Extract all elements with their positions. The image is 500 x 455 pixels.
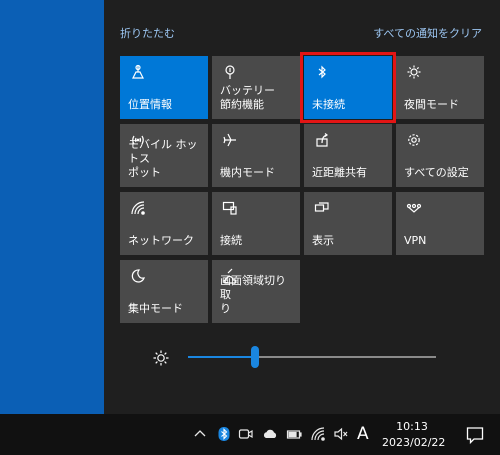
brightness-icon <box>152 349 170 367</box>
tile-battery-saver[interactable]: バッテリー 節約機能 <box>212 56 300 119</box>
airplane-icon <box>222 132 238 148</box>
desktop-background <box>0 0 104 414</box>
focus-assist-icon <box>130 268 146 284</box>
tile-label: 近距離共有 <box>312 166 367 179</box>
battery-saver-icon <box>222 64 238 80</box>
battery-icon[interactable] <box>286 426 302 442</box>
tile-label: ネットワーク <box>128 234 194 247</box>
nearby-share-icon <box>314 132 330 148</box>
tile-label: 夜間モード <box>404 98 459 111</box>
vpn-icon <box>406 200 422 216</box>
tile-label: 未接続 <box>312 98 345 111</box>
clock-time: 10:13 <box>396 420 428 433</box>
tile-label: すべての設定 <box>404 166 469 179</box>
tile-label: 機内モード <box>220 166 275 179</box>
bluetooth-icon[interactable] <box>216 426 232 442</box>
tile-bluetooth[interactable]: 未接続 <box>300 52 396 123</box>
project-icon <box>314 200 330 216</box>
tile-label: バッテリー 節約機能 <box>220 84 275 111</box>
tile-all-settings[interactable]: すべての設定 <box>396 124 484 187</box>
location-icon <box>130 64 146 80</box>
night-light-icon <box>406 64 422 80</box>
connect-icon <box>222 200 238 216</box>
collapse-link[interactable]: 折りたたむ <box>120 25 175 41</box>
tile-night-light[interactable]: 夜間モード <box>396 56 484 119</box>
clear-all-notifications-link[interactable]: すべての通知をクリア <box>373 25 482 41</box>
tile-label: VPN <box>404 234 427 247</box>
volume-mute-icon[interactable] <box>333 426 349 442</box>
tile-label: 表示 <box>312 234 334 247</box>
tile-label: モバイル ホットス ポット <box>128 138 198 179</box>
bluetooth-icon <box>314 64 330 80</box>
tile-location[interactable]: 位置情報 <box>120 56 208 119</box>
tile-vpn[interactable]: VPN <box>396 192 484 255</box>
tile-network[interactable]: ネットワーク <box>120 192 208 255</box>
network-icon <box>130 200 146 216</box>
clock-date: 2023/02/22 <box>382 436 446 449</box>
tile-label: 集中モード <box>128 302 183 315</box>
tile-label: 接続 <box>220 234 242 247</box>
brightness-slider[interactable] <box>150 346 450 376</box>
ime-mode-indicator[interactable]: A <box>357 424 369 444</box>
tile-mobile-hotspot[interactable]: モバイル ホットス ポット <box>120 124 208 187</box>
brightness-fill <box>188 356 255 358</box>
action-center-button[interactable] <box>449 414 500 455</box>
chevron-up-icon[interactable] <box>192 426 208 442</box>
tile-nearby-share[interactable]: 近距離共有 <box>304 124 392 187</box>
taskbar: A 10:13 2023/02/22 <box>0 414 500 455</box>
tile-focus-assist[interactable]: 集中モード <box>120 260 208 323</box>
tile-label: 位置情報 <box>128 98 172 111</box>
meet-now-icon[interactable] <box>238 426 254 442</box>
tile-label: 画面領域切り取 り <box>220 274 286 315</box>
onedrive-cloud-icon[interactable] <box>262 426 278 442</box>
brightness-track[interactable] <box>188 346 436 368</box>
wifi-icon[interactable] <box>310 426 326 442</box>
tile-project[interactable]: 表示 <box>304 192 392 255</box>
settings-gear-icon <box>406 132 422 148</box>
tile-snip[interactable]: 画面領域切り取 り <box>212 260 300 323</box>
brightness-thumb[interactable] <box>250 346 259 368</box>
tile-airplane-mode[interactable]: 機内モード <box>212 124 300 187</box>
action-center-icon <box>465 425 485 445</box>
tile-connect[interactable]: 接続 <box>212 192 300 255</box>
clock[interactable]: 10:13 2023/02/22 <box>382 419 446 451</box>
